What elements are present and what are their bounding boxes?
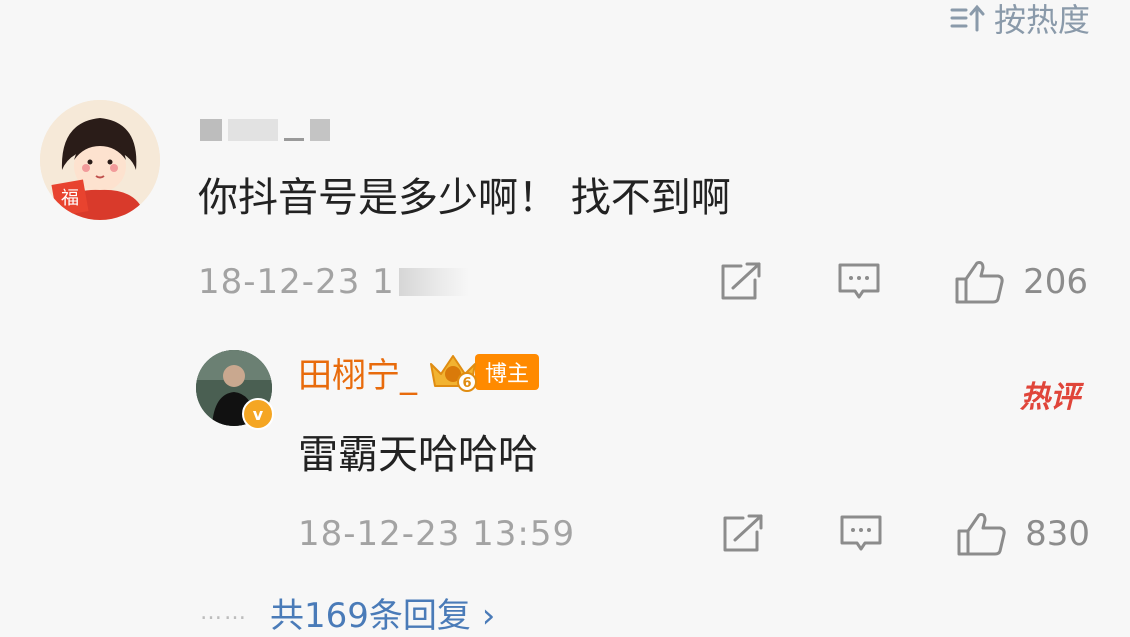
mask-block <box>200 119 222 141</box>
share-button[interactable] <box>719 262 763 302</box>
blogger-tag: 博主 <box>475 354 540 390</box>
share-button[interactable] <box>721 514 765 554</box>
thumbs-up-icon <box>955 261 1004 304</box>
reply-name-row: 田栩宁_ 6 博主 <box>298 348 540 397</box>
hot-comment-badge: 热评 <box>1020 380 1080 415</box>
view-more-replies-link[interactable]: 共169条回复 › <box>270 588 495 637</box>
comment-actions: 206 <box>719 259 1088 305</box>
mask-block <box>228 119 278 141</box>
reply-timestamp: 18-12-23 13:59 <box>298 514 576 554</box>
timestamp-blur <box>398 268 469 296</box>
share-icon <box>721 262 761 300</box>
reply-button[interactable] <box>839 514 883 554</box>
like-button[interactable]: 830 <box>957 511 1090 557</box>
avatar[interactable]: 福 <box>40 100 160 220</box>
comment-meta-row: 18-12-23 1 206 <box>198 260 1088 304</box>
like-count: 206 <box>1023 262 1088 302</box>
dots-separator: …… <box>200 600 248 625</box>
more-replies-label: 共169条回复 <box>270 596 471 636</box>
sort-icon <box>950 4 985 32</box>
mask-block <box>284 137 304 141</box>
reply-button[interactable] <box>837 262 881 302</box>
avatar-fu-char: 福 <box>61 188 79 209</box>
comment-icon <box>838 263 880 299</box>
reply-meta-row: 18-12-23 13:59 830 <box>298 512 1090 556</box>
crown-level-icon: 6 <box>430 355 477 392</box>
sort-label: 按热度 <box>993 1 1090 39</box>
username-masked[interactable] <box>200 118 330 142</box>
reply-author[interactable]: 田栩宁_ <box>298 348 417 397</box>
level-number: 6 <box>462 376 471 391</box>
chevron-right-icon: › <box>481 596 496 636</box>
mask-block <box>310 119 330 141</box>
like-button[interactable]: 206 <box>955 259 1088 305</box>
reply-text: 雷霸天哈哈哈 <box>298 432 538 478</box>
share-icon <box>723 514 763 552</box>
reply-actions: 830 <box>721 511 1090 557</box>
thumbs-up-icon <box>957 513 1006 556</box>
avatar-girl-fu-icon: 福 <box>40 100 160 220</box>
more-replies-row: …… 共169条回复 › <box>200 588 495 637</box>
like-count: 830 <box>1025 514 1090 554</box>
sort-by-hot-button[interactable]: 按热度 <box>950 0 1090 39</box>
verified-badge: v <box>242 398 274 430</box>
comment-icon <box>840 515 882 551</box>
comment-timestamp: 18-12-23 1 <box>198 262 395 302</box>
reply-item: v 田栩宁_ 6 博主 雷霸天哈哈哈 热评 18-12-23 13:59 830 <box>196 348 1090 556</box>
comment-text: 你抖音号是多少啊！ 找不到啊 <box>198 175 731 221</box>
